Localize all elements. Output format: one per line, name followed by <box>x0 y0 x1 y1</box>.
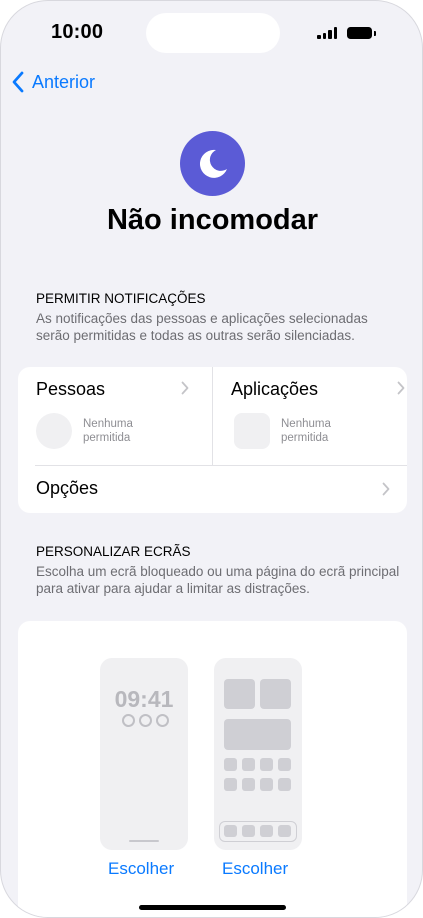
app-icon-block <box>278 778 291 791</box>
lock-screen-preview[interactable]: 09:41 <box>100 658 188 850</box>
dock-icon-block <box>242 825 255 837</box>
phone-screen: 10:00 Anterior Não incomodar PERMITIR NO… <box>0 0 423 918</box>
focus-icon-badge <box>180 131 245 196</box>
widget-block <box>260 679 291 709</box>
notifications-card: Pessoas Nenhuma permitida Aplicações Nen… <box>18 367 407 513</box>
back-label: Anterior <box>32 71 96 92</box>
dock-icon-block <box>260 825 273 837</box>
apps-placeholder-text: Nenhuma permitida <box>281 418 331 444</box>
widget-block <box>224 679 255 709</box>
notifications-section-description: As notificações das pessoas e aplicações… <box>36 311 368 343</box>
chevron-right-icon <box>397 381 405 395</box>
home-bar <box>129 840 159 842</box>
notifications-section-heading: PERMITIR NOTIFICAÇÕES <box>36 291 206 306</box>
apps-tile[interactable]: Aplicações Nenhuma permitida <box>213 367 407 465</box>
back-button[interactable]: Anterior <box>11 71 95 93</box>
chevron-left-icon <box>12 71 24 93</box>
chevron-right-icon <box>181 381 189 395</box>
widget-block <box>224 719 291 750</box>
app-icon-block <box>278 758 291 771</box>
page-title: Não incomodar <box>106 204 319 236</box>
app-icon-block <box>242 778 255 791</box>
app-icon-block <box>224 778 237 791</box>
app-icon-block <box>224 758 237 771</box>
moon-icon <box>199 149 227 178</box>
app-icon-placeholder <box>234 413 270 449</box>
people-label: Pessoas <box>36 379 106 399</box>
lock-preview-time: 09:41 <box>114 686 174 712</box>
cellular-signal-icon <box>317 27 337 39</box>
dock-icon-block <box>278 825 291 837</box>
app-icon-block <box>260 778 273 791</box>
screens-section-heading: PERSONALIZAR ECRÃS <box>36 544 191 559</box>
dynamic-island <box>146 13 280 53</box>
choose-lock-screen-button[interactable]: Escolher <box>108 859 174 879</box>
person-avatar-placeholder <box>36 413 72 449</box>
battery-icon <box>347 27 376 39</box>
screens-section-description: Escolha um ecrã bloqueado ou uma página … <box>36 564 400 596</box>
apps-label: Aplicações <box>231 379 319 399</box>
chevron-right-icon <box>382 482 390 496</box>
widget-circles-icon <box>122 714 169 727</box>
screens-card: 09:41 Escolher Escolher <box>18 621 407 917</box>
app-icon-block <box>260 758 273 771</box>
people-placeholder-text: Nenhuma permitida <box>83 418 133 444</box>
dock-preview <box>219 821 297 842</box>
options-label: Opções <box>36 478 99 498</box>
choose-home-screen-button[interactable]: Escolher <box>222 859 288 879</box>
status-time: 10:00 <box>51 21 104 43</box>
app-icon-block <box>242 758 255 771</box>
dock-icon-block <box>224 825 237 837</box>
home-indicator <box>139 905 286 910</box>
people-tile[interactable]: Pessoas Nenhuma permitida <box>18 367 212 465</box>
options-row[interactable]: Opções <box>18 466 407 513</box>
home-screen-preview[interactable] <box>214 658 302 850</box>
